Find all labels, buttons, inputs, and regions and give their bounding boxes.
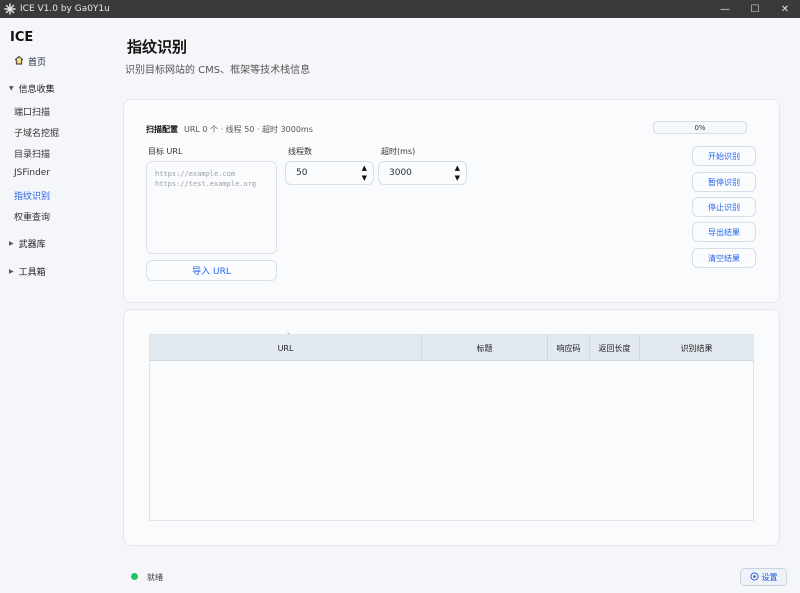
target-url-placeholder-1: https://example.com [155,170,236,178]
sidebar-group-label: 信息收集 [18,85,55,95]
page-title: 指纹识别 [127,38,188,56]
caret-right-icon: ▶ [9,240,14,247]
increment-icon[interactable]: ▲ [362,164,367,172]
page-subtitle: 识别目标网站的 CMS、框架等技术栈信息 [125,65,311,76]
settings-icon [749,571,759,583]
sidebar-item-label: 首页 [28,58,47,68]
column-header-result[interactable]: 识别结果 [640,335,753,361]
app-logo-icon [3,2,17,16]
caret-right-icon: ▶ [9,268,14,275]
home-icon [14,55,24,68]
pause-button[interactable]: 暂停识别 [692,172,756,192]
progress-text: 0% [694,123,706,132]
sidebar-item-port-scan[interactable]: 端口扫描 [14,105,50,118]
threads-label: 线程数 [288,147,312,156]
sidebar-item-jsfinder[interactable]: JSFinder [14,168,50,178]
timeout-value: 3000 [389,168,412,178]
sidebar-item-subdomain[interactable]: 子域名挖掘 [14,126,59,139]
caret-down-icon: ▼ [9,85,14,92]
sidebar-group-info-gathering[interactable]: ▼ 信息收集 [9,82,55,95]
status-text: 就绪 [147,573,163,582]
threads-stepper[interactable]: 50 ▲ ▼ [285,161,374,185]
settings-label: 设置 [761,572,778,582]
sidebar-group-label: 武器库 [18,240,46,250]
column-header-title[interactable]: 标题 [422,335,548,361]
sidebar-item-fingerprint[interactable]: 指纹识别 [14,189,50,202]
clear-button[interactable]: 清空结果 [692,248,756,268]
sidebar-item-dir-scan[interactable]: 目录扫描 [14,147,50,160]
minimize-button[interactable]: — [710,0,740,18]
app-brand: ICE [10,30,34,45]
settings-button[interactable]: 设置 [740,568,787,586]
scan-config-card: 扫描配置 URL 0 个 · 线程 50 · 超时 3000ms 目标 URL … [123,99,780,303]
sidebar-group-label: 工具箱 [18,268,46,278]
sidebar-item-home[interactable]: 首页 [14,55,46,68]
export-button[interactable]: 导出结果 [692,222,756,242]
sidebar: ICE 首页 ▼ 信息收集 端口扫描 子域名挖掘 目录扫描 JSFinder 指… [0,18,100,593]
column-header-status-code[interactable]: 响应码 [548,335,590,361]
scan-config-title: 扫描配置 [146,125,178,134]
progress-bar: 0% [653,121,747,134]
scan-config-stats: URL 0 个 · 线程 50 · 超时 3000ms [184,125,313,134]
scan-config-header: 扫描配置 URL 0 个 · 线程 50 · 超时 3000ms [146,124,313,135]
timeout-stepper[interactable]: 3000 ▲ ▼ [378,161,467,185]
decrement-icon[interactable]: ▼ [362,174,367,182]
target-url-label: 目标 URL [148,147,183,156]
start-button[interactable]: 开始识别 [692,146,756,166]
target-url-placeholder-2: https://test.example.org [155,180,257,188]
results-card: ⌄ URL 标题 响应码 返回长度 识别结果 [123,309,780,546]
stop-button[interactable]: 停止识别 [692,197,756,217]
sidebar-group-arsenal[interactable]: ▶ 武器库 [9,237,46,250]
import-url-button[interactable]: 导入 URL [146,260,277,281]
sidebar-group-toolbox[interactable]: ▶ 工具箱 [9,265,46,278]
increment-icon[interactable]: ▲ [455,164,460,172]
target-url-input[interactable]: https://example.com https://test.example… [146,161,277,254]
threads-value: 50 [296,168,308,178]
timeout-label: 超时(ms) [381,147,416,156]
status-indicator [131,573,138,580]
column-header-url[interactable]: URL [150,335,422,361]
main-content: 指纹识别 识别目标网站的 CMS、框架等技术栈信息 扫描配置 URL 0 个 ·… [100,18,800,593]
title-bar: ICE V1.0 by Ga0Y1u — ☐ ✕ [0,0,800,18]
sidebar-item-weight-query[interactable]: 权重查询 [14,210,50,223]
maximize-button[interactable]: ☐ [740,0,770,18]
table-header: URL 标题 响应码 返回长度 识别结果 [150,335,753,361]
column-header-length[interactable]: 返回长度 [590,335,640,361]
results-table: ⌄ URL 标题 响应码 返回长度 识别结果 [149,329,754,521]
close-button[interactable]: ✕ [770,0,800,18]
decrement-icon[interactable]: ▼ [455,174,460,182]
window-title: ICE V1.0 by Ga0Y1u [20,4,110,14]
